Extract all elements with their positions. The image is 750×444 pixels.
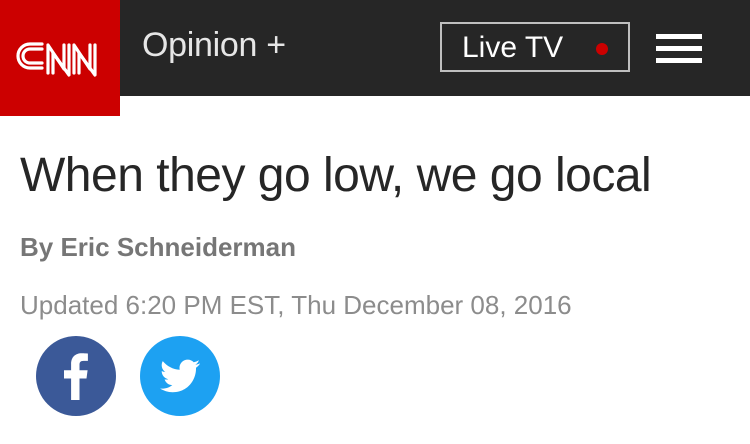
facebook-share-button[interactable] bbox=[36, 336, 116, 416]
hamburger-menu-icon-line-3 bbox=[656, 58, 702, 63]
twitter-share-button[interactable] bbox=[140, 336, 220, 416]
article-byline[interactable]: By Eric Schneiderman bbox=[20, 232, 296, 263]
article-updated-timestamp: Updated 6:20 PM EST, Thu December 08, 20… bbox=[20, 290, 572, 320]
section-label[interactable]: Opinion + bbox=[142, 26, 286, 65]
twitter-icon bbox=[160, 359, 201, 393]
top-navigation-bar: Opinion + Live TV bbox=[0, 0, 750, 116]
live-tv-label: Live TV bbox=[462, 31, 564, 64]
live-tv-button[interactable]: Live TV bbox=[440, 22, 630, 72]
cnn-logo[interactable] bbox=[0, 0, 120, 116]
hamburger-menu-icon-line-2 bbox=[656, 46, 702, 51]
cnn-logo-icon bbox=[16, 42, 97, 77]
facebook-icon bbox=[64, 353, 88, 400]
live-indicator-dot bbox=[596, 43, 608, 55]
hamburger-menu-icon bbox=[656, 34, 702, 39]
article-headline: When they go low, we go local bbox=[20, 149, 652, 202]
menu-button[interactable] bbox=[656, 34, 702, 64]
